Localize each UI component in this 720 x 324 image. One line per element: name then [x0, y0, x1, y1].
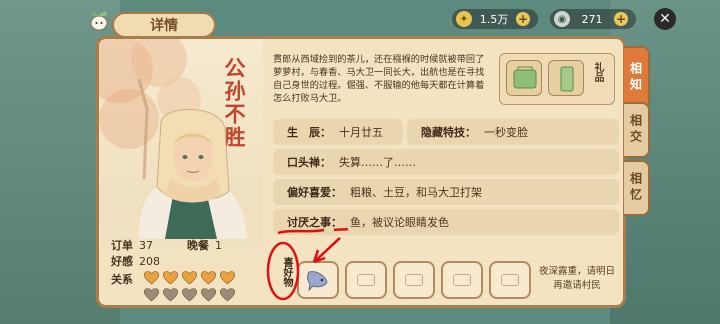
relation-label: 关系: [111, 273, 133, 286]
order-stat: 订单 37: [111, 237, 153, 253]
gem-icon: ◉: [554, 11, 570, 27]
coin-counter[interactable]: ✦ 1.5万 +: [452, 9, 538, 29]
gift-item-2[interactable]: [548, 60, 584, 96]
add-gem-button[interactable]: +: [614, 12, 628, 26]
hobby-value: 粗粮、土豆，和马大卫打架: [350, 186, 482, 199]
favorites-label: 喜好物: [281, 257, 292, 287]
favorite-slot-empty[interactable]: [489, 261, 531, 299]
catchphrase-row: 口头禅： 失算……了……: [273, 149, 619, 175]
tab-label: 相交: [628, 114, 643, 146]
catchphrase-value: 失算……了……: [339, 156, 416, 169]
coin-icon: ✦: [456, 11, 472, 27]
invite-hint: 夜深露重，请明日再邀请村民: [539, 266, 616, 291]
gift-box: 礼品: [499, 53, 615, 105]
tab-xiangyi[interactable]: 相忆: [624, 160, 650, 216]
gift-label: 礼品: [592, 62, 603, 82]
box-icon: [513, 66, 537, 89]
dislike-row: 讨厌之事： 鱼，被议论眼睛发色: [273, 209, 619, 235]
favorite-slot-fish[interactable]: [297, 261, 339, 299]
close-button[interactable]: ✕: [654, 8, 676, 30]
birthday-value: 十月廿五: [339, 126, 383, 139]
favorite-slot-empty[interactable]: [345, 261, 387, 299]
favor-value: 208: [139, 255, 160, 268]
empty-slot-icon: [501, 274, 519, 286]
fish-icon: [307, 271, 328, 292]
dislike-value: 鱼，被议论眼睛发色: [350, 216, 449, 229]
heart-filled-icon: [181, 271, 198, 285]
header-tab: 详情: [112, 12, 216, 38]
hobby-row: 偏好喜爱： 粗粮、土豆，和马大卫打架: [273, 179, 619, 205]
birthday-row: 生 辰： 十月廿五: [273, 119, 403, 145]
gift-item-1[interactable]: [506, 60, 542, 96]
gem-counter[interactable]: ◉ 271 +: [550, 9, 636, 29]
character-description: 貫郎从西域捡到的茶儿，还在襁褓的时候就被带回了萝萝村，与春香、马大卫一同长大，出…: [273, 54, 485, 104]
heart-filled-icon: [143, 271, 160, 285]
catchphrase-label: 口头禅：: [287, 156, 331, 169]
add-coin-button[interactable]: +: [516, 12, 530, 26]
heart-filled-icon: [219, 271, 236, 285]
relation-stat: 关系: [111, 271, 133, 287]
favorite-slot-empty[interactable]: [393, 261, 435, 299]
heart-empty-icon: [162, 288, 179, 302]
character-panel: 公孙不胜 订单 37 晚餐 1 好感 208 关系 貫郎从西域捡到的茶儿，还在襁褓的时…: [96, 36, 626, 308]
favor-label: 好感: [111, 255, 133, 268]
scroll-icon: [560, 66, 574, 92]
favorite-slot-empty[interactable]: [441, 261, 483, 299]
empty-slot-icon: [405, 274, 423, 286]
sprout-icon: [90, 11, 108, 31]
tab-label: 相知: [628, 62, 643, 94]
dinner-value: 1: [215, 239, 222, 252]
dinner-label: 晚餐: [187, 239, 209, 252]
heart-filled-icon: [200, 271, 217, 285]
page-title: 详情: [150, 18, 178, 34]
portrait-area: 公孙不胜 订单 37 晚餐 1 好感 208 关系: [99, 39, 263, 305]
favor-stat: 好感 208: [111, 253, 160, 269]
hearts-row: [143, 270, 236, 285]
birthday-label: 生 辰：: [287, 126, 331, 139]
empty-slot-icon: [357, 274, 375, 286]
skill-row: 隐藏特技： 一秒变脸: [407, 119, 619, 145]
dislike-label: 讨厌之事：: [287, 216, 342, 229]
character-portrait: [139, 108, 247, 239]
order-label: 订单: [111, 239, 133, 252]
hobby-label: 偏好喜爱：: [287, 186, 342, 199]
tab-xiangjiao[interactable]: 相交: [624, 102, 650, 158]
dinner-stat: 晚餐 1: [187, 237, 222, 253]
heart-empty-icon: [143, 288, 160, 302]
tab-xiangzhi[interactable]: 相知: [624, 46, 650, 110]
heart-filled-icon: [162, 271, 179, 285]
coin-value: 1.5万: [479, 13, 509, 26]
hearts-row: [143, 287, 236, 302]
order-value: 37: [139, 239, 153, 252]
heart-empty-icon: [200, 288, 217, 302]
heart-empty-icon: [219, 288, 236, 302]
empty-slot-icon: [453, 274, 471, 286]
skill-label: 隐藏特技：: [421, 126, 476, 139]
skill-value: 一秒变脸: [484, 126, 528, 139]
tab-label: 相忆: [628, 172, 643, 204]
gem-value: 271: [581, 12, 603, 26]
heart-empty-icon: [181, 288, 198, 302]
